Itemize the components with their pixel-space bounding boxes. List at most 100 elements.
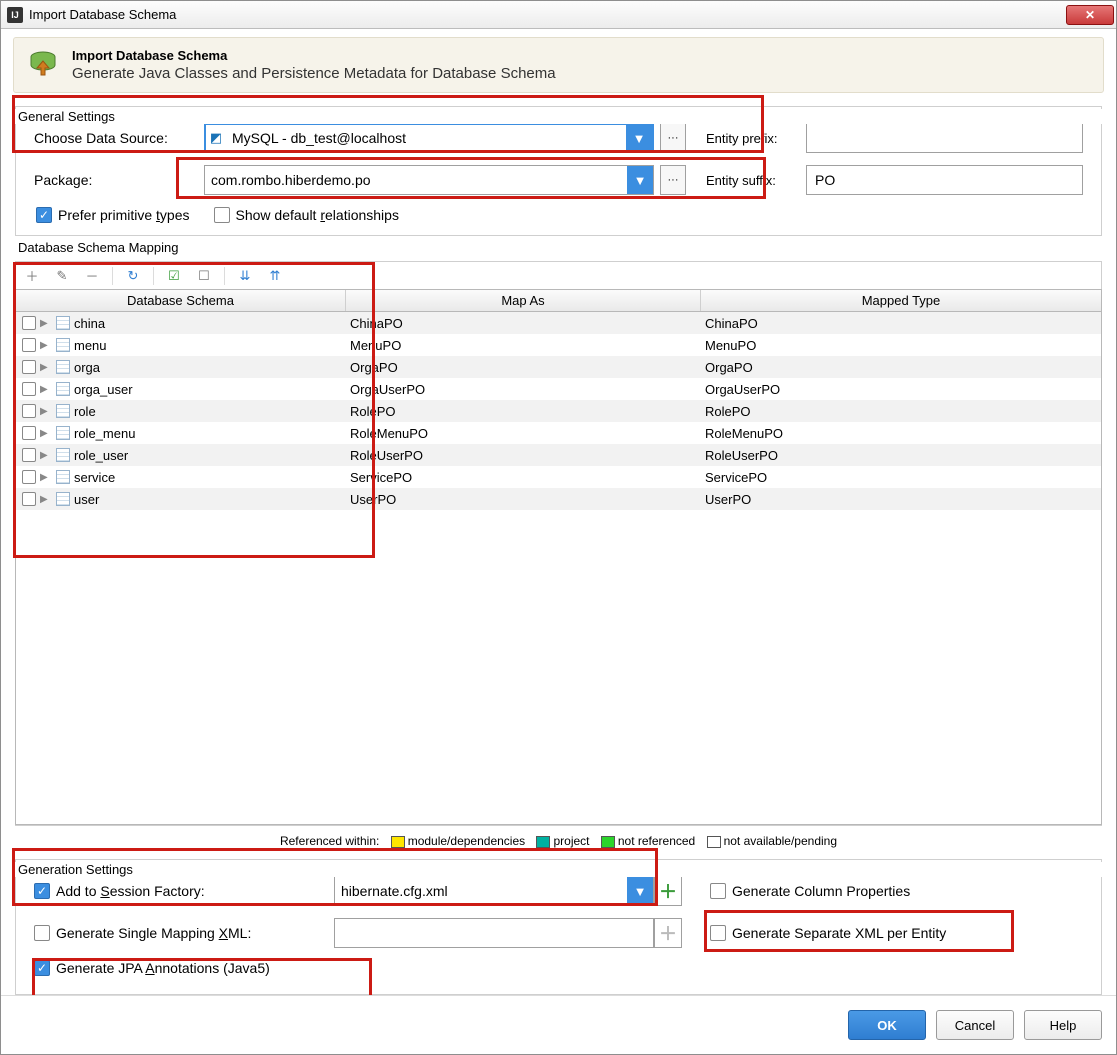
single-xml-label: Generate Single Mapping XML: [56,925,251,941]
add-xml-button[interactable]: ＋ [654,918,682,948]
package-browse-button[interactable]: ··· [660,165,686,195]
mapped-type-cell[interactable]: UserPO [701,492,1101,507]
map-as-cell[interactable]: ServicePO [346,470,701,485]
mapped-type-cell[interactable]: RoleUserPO [701,448,1101,463]
general-settings-legend: General Settings [15,109,1102,124]
expand-arrow-icon[interactable]: ▶ [40,494,52,505]
legend-pending: not available/pending [724,834,837,848]
map-as-cell[interactable]: RolePO [346,404,701,419]
mapped-type-cell[interactable]: OrgaPO [701,360,1101,375]
map-as-cell[interactable]: ChinaPO [346,316,701,331]
dialog-button-bar: OK Cancel Help [1,995,1116,1054]
mapped-type-cell[interactable]: OrgaUserPO [701,382,1101,397]
generation-settings-legend: Generation Settings [15,862,1102,877]
mapped-type-cell[interactable]: RoleMenuPO [701,426,1101,441]
column-database-schema[interactable]: Database Schema [16,290,346,311]
check-icon: ✓ [36,207,52,223]
table-icon [56,492,70,506]
select-all-icon[interactable]: ☑ [164,266,184,286]
row-checkbox[interactable] [22,404,36,418]
cancel-button[interactable]: Cancel [936,1010,1014,1040]
table-row[interactable]: ▶ service ServicePOServicePO [16,466,1101,488]
schema-name: service [74,470,115,485]
table-row[interactable]: ▶roleRolePORolePO [16,400,1101,422]
map-as-cell[interactable]: RoleMenuPO [346,426,701,441]
mapped-type-cell[interactable]: MenuPO [701,338,1101,353]
close-button[interactable]: ✕ [1066,5,1114,25]
column-map-as[interactable]: Map As [346,290,701,311]
remove-icon[interactable]: ─ [82,266,102,286]
row-checkbox[interactable] [22,492,36,506]
show-default-relationships-checkbox[interactable]: Show default relationships [214,207,399,223]
expand-arrow-icon[interactable]: ▶ [40,340,52,351]
table-row[interactable]: ▶chinaChinaPOChinaPO [16,312,1101,334]
collapse-all-icon[interactable]: ⇈ [265,266,285,286]
expand-arrow-icon[interactable]: ▶ [40,428,52,439]
row-checkbox[interactable] [22,448,36,462]
map-as-cell[interactable]: MenuPO [346,338,701,353]
expand-arrow-icon[interactable]: ▶ [40,472,52,483]
edit-icon[interactable]: ✎ [52,266,72,286]
package-dropdown[interactable]: com.rombo.hiberdemo.po ▼ [204,165,654,195]
generate-column-properties-checkbox[interactable]: Generate Column Properties [710,883,910,899]
table-row[interactable]: ▶orgaOrgaPOOrgaPO [16,356,1101,378]
help-button[interactable]: Help [1024,1010,1102,1040]
schema-toolbar: ＋ ✎ ─ ↻ ☑ ☐ ⇊ ⇈ [15,261,1102,289]
row-checkbox[interactable] [22,382,36,396]
ok-button[interactable]: OK [848,1010,926,1040]
map-as-cell[interactable]: OrgaPO [346,360,701,375]
check-icon [34,925,50,941]
refresh-icon[interactable]: ↻ [123,266,143,286]
map-as-cell[interactable]: RoleUserPO [346,448,701,463]
data-source-value: MySQL - db_test@localhost [226,130,626,146]
deselect-all-icon[interactable]: ☐ [194,266,214,286]
generate-separate-xml-label: Generate Separate XML per Entity [732,925,946,941]
data-source-browse-button[interactable]: ··· [660,123,686,153]
row-checkbox[interactable] [22,360,36,374]
table-row[interactable]: ▶menuMenuPOMenuPO [16,334,1101,356]
entity-suffix-input[interactable] [806,165,1083,195]
add-session-factory-button[interactable]: ＋ [654,876,682,906]
add-icon[interactable]: ＋ [22,266,42,286]
map-as-cell[interactable]: OrgaUserPO [346,382,701,397]
session-factory-dropdown[interactable]: hibernate.cfg.xml ▼ [334,876,654,906]
expand-arrow-icon[interactable]: ▶ [40,450,52,461]
expand-arrow-icon[interactable]: ▶ [40,384,52,395]
generate-separate-xml-checkbox[interactable]: Generate Separate XML per Entity [710,925,946,941]
row-checkbox[interactable] [22,470,36,484]
entity-suffix-label: Entity suffix: [706,173,806,188]
expand-all-icon[interactable]: ⇊ [235,266,255,286]
table-icon [56,338,70,352]
generate-jpa-annotations-checkbox[interactable]: ✓ Generate JPA Annotations (Java5) [34,960,270,976]
grid-body[interactable]: ▶chinaChinaPOChinaPO▶menuMenuPOMenuPO▶or… [16,312,1101,824]
column-mapped-type[interactable]: Mapped Type [701,290,1101,311]
table-icon [56,470,70,484]
expand-arrow-icon[interactable]: ▶ [40,362,52,373]
data-source-dropdown[interactable]: ◩ MySQL - db_test@localhost ▼ [204,123,654,153]
add-session-factory-checkbox[interactable]: ✓ Add to Session Factory: [34,883,334,899]
table-row[interactable]: ▶role_userRoleUserPORoleUserPO [16,444,1101,466]
mysql-icon: ◩ [206,130,226,146]
mapped-type-cell[interactable]: ServicePO [701,470,1101,485]
table-icon [56,360,70,374]
table-row[interactable]: ▶userUserPOUserPO [16,488,1101,510]
expand-arrow-icon[interactable]: ▶ [40,406,52,417]
session-factory-value: hibernate.cfg.xml [335,883,627,899]
row-checkbox[interactable] [22,316,36,330]
table-icon [56,426,70,440]
legend-module: module/dependencies [408,834,525,848]
row-checkbox[interactable] [22,426,36,440]
table-row[interactable]: ▶role_menuRoleMenuPORoleMenuPO [16,422,1101,444]
single-xml-input[interactable] [334,918,654,948]
row-checkbox[interactable] [22,338,36,352]
prefer-primitive-checkbox[interactable]: ✓ Prefer primitive types [36,207,190,223]
table-row[interactable]: ▶orga_userOrgaUserPOOrgaUserPO [16,378,1101,400]
expand-arrow-icon[interactable]: ▶ [40,318,52,329]
banner-subtitle: Generate Java Classes and Persistence Me… [72,65,556,82]
mapped-type-cell[interactable]: RolePO [701,404,1101,419]
generate-single-xml-checkbox[interactable]: Generate Single Mapping XML: [34,925,334,941]
general-settings-group: Choose Data Source: ◩ MySQL - db_test@lo… [15,106,1102,236]
mapped-type-cell[interactable]: ChinaPO [701,316,1101,331]
map-as-cell[interactable]: UserPO [346,492,701,507]
entity-prefix-input[interactable] [806,123,1083,153]
